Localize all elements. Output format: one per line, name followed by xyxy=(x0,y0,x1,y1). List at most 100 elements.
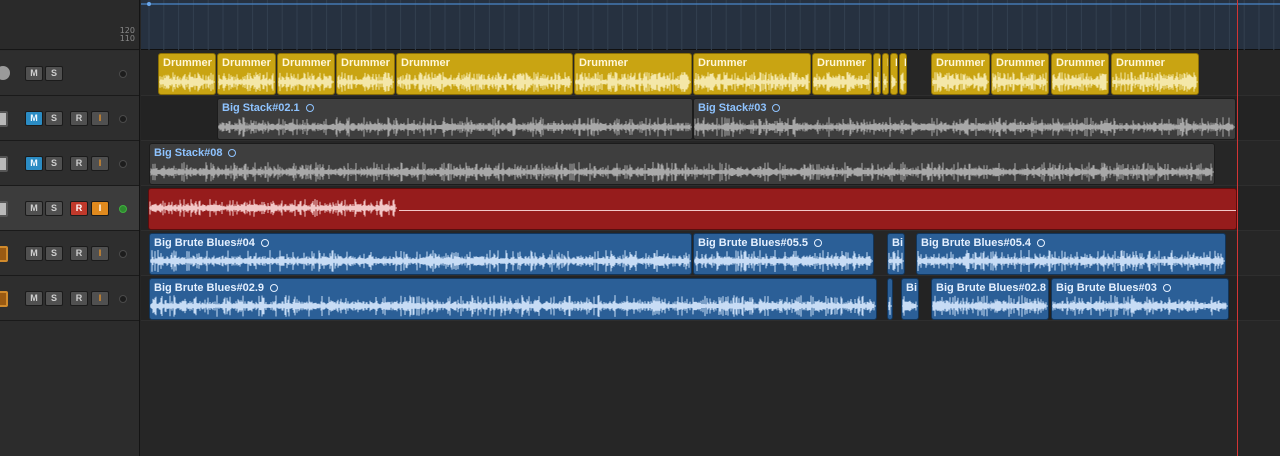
loop-icon[interactable] xyxy=(270,284,279,292)
region-name: Big Stack#03 xyxy=(698,102,781,114)
record-enable-button[interactable]: R xyxy=(70,201,88,216)
drummer-region[interactable]: Drummer xyxy=(217,53,276,95)
input-monitor-button[interactable]: I xyxy=(91,291,109,306)
loop-icon[interactable] xyxy=(814,239,823,247)
guitar-amp-icon xyxy=(0,201,8,217)
track-header-2[interactable]: MSRI xyxy=(0,96,139,141)
mute-button[interactable]: M xyxy=(25,111,43,126)
region-name: Drummer xyxy=(282,57,331,69)
loop-icon[interactable] xyxy=(228,149,237,157)
track-on-led[interactable] xyxy=(119,250,127,258)
record-enable-button[interactable]: R xyxy=(70,291,88,306)
playhead[interactable] xyxy=(1237,0,1238,456)
drummer-region[interactable]: Drummer xyxy=(931,53,990,95)
empty-lane[interactable] xyxy=(141,321,1280,366)
track-header-4[interactable]: MSRI xyxy=(0,186,139,231)
region-name: Big Brute Blues#05.4 xyxy=(921,237,1046,249)
audio-region[interactable]: Big Brute Blues#05.4 xyxy=(916,233,1226,275)
empty-lane[interactable] xyxy=(141,411,1280,456)
drummer-region[interactable]: D xyxy=(873,53,881,95)
drummer-region[interactable]: Drummer xyxy=(336,53,395,95)
region-name-text: Big Brute Blues#04 xyxy=(154,237,255,249)
waveform xyxy=(278,72,334,92)
waveform xyxy=(150,250,691,272)
waveform xyxy=(159,72,215,92)
track-header-6[interactable]: MSRI xyxy=(0,276,139,321)
waveform xyxy=(902,296,918,316)
track-on-led[interactable] xyxy=(119,295,127,303)
region-name: Big Brute Blues#02.8 xyxy=(936,282,1046,294)
waveform xyxy=(575,72,691,92)
record-enable-button[interactable]: R xyxy=(70,111,88,126)
loop-icon[interactable] xyxy=(305,104,314,112)
audio-region[interactable] xyxy=(887,278,893,320)
drummer-region[interactable]: Drummer xyxy=(1051,53,1109,95)
input-monitor-button[interactable]: I xyxy=(91,246,109,261)
audio-region[interactable]: Big Brute Blues#05.5 xyxy=(693,233,874,275)
waveform xyxy=(150,295,876,317)
audio-region[interactable]: Big Stack#08 xyxy=(149,143,1215,185)
record-enable-button[interactable]: R xyxy=(70,246,88,261)
waveform xyxy=(218,72,275,92)
recording-centerline xyxy=(399,210,1236,211)
drummer-region[interactable]: Drummer xyxy=(396,53,573,95)
region-name-text: Drummer xyxy=(282,57,331,69)
drummer-region[interactable]: D xyxy=(899,53,907,95)
waveform xyxy=(932,72,989,92)
track-header-3[interactable]: MSRI xyxy=(0,141,139,186)
drummer-region[interactable]: Drummer xyxy=(277,53,335,95)
region-name-text: D xyxy=(904,57,906,69)
audio-region[interactable]: Bi xyxy=(901,278,919,320)
drummer-region[interactable]: Drummer xyxy=(812,53,872,95)
drummer-region[interactable]: Drummer xyxy=(991,53,1049,95)
input-monitor-button[interactable]: I xyxy=(91,201,109,216)
solo-button[interactable]: S xyxy=(45,156,63,171)
waveform xyxy=(1052,72,1108,92)
solo-button[interactable]: S xyxy=(45,66,63,81)
mute-button[interactable]: M xyxy=(25,246,43,261)
track-header-5[interactable]: MSRI xyxy=(0,231,139,276)
loop-icon[interactable] xyxy=(1162,284,1171,292)
recording-region[interactable] xyxy=(148,188,1237,230)
audio-region[interactable]: Big Brute Blues#04 xyxy=(149,233,692,275)
track-on-led[interactable] xyxy=(119,70,127,78)
solo-button[interactable]: S xyxy=(45,246,63,261)
input-monitor-button[interactable]: I xyxy=(91,156,109,171)
mute-button[interactable]: M xyxy=(25,156,43,171)
drum-kit-icon xyxy=(0,66,10,80)
drummer-region[interactable]: D xyxy=(890,53,898,95)
record-enable-button[interactable]: R xyxy=(70,156,88,171)
audio-region[interactable]: Big Stack#02.1 xyxy=(217,98,693,140)
track-on-led[interactable] xyxy=(119,205,127,213)
solo-button[interactable]: S xyxy=(45,111,63,126)
automation-point[interactable] xyxy=(147,2,151,6)
drummer-region[interactable]: Drummer xyxy=(158,53,216,95)
region-name: Big Brute Blues#03 xyxy=(1056,282,1171,294)
arrange-area[interactable]: Drummer Drummer Drummer Drummer Drummer Drumm… xyxy=(141,0,1280,456)
input-monitor-button[interactable]: I xyxy=(91,111,109,126)
track-header-1[interactable]: MS xyxy=(0,51,139,96)
drummer-region[interactable]: Drummer xyxy=(1111,53,1199,95)
drummer-region[interactable]: Drummer xyxy=(693,53,811,95)
loop-icon[interactable] xyxy=(1037,239,1046,247)
audio-region[interactable]: Big Brute Blues#02.9 xyxy=(149,278,877,320)
drummer-region[interactable]: D xyxy=(882,53,889,95)
audio-region[interactable]: Bi xyxy=(887,233,905,275)
mute-button[interactable]: M xyxy=(25,201,43,216)
empty-lane[interactable] xyxy=(141,366,1280,411)
drummer-region[interactable]: Drummer xyxy=(574,53,692,95)
track-on-led[interactable] xyxy=(119,160,127,168)
mute-button[interactable]: M xyxy=(25,291,43,306)
audio-region[interactable]: Big Stack#03 xyxy=(693,98,1236,140)
solo-button[interactable]: S xyxy=(45,291,63,306)
loop-icon[interactable] xyxy=(772,104,781,112)
solo-button[interactable]: S xyxy=(45,201,63,216)
region-name-text: D xyxy=(878,57,880,69)
audio-region[interactable]: Big Brute Blues#03 xyxy=(1051,278,1229,320)
automation-ruler[interactable] xyxy=(141,0,1280,50)
region-name-text: Big Brute Blues#05.4 xyxy=(921,237,1032,249)
audio-region[interactable]: Big Brute Blues#02.8 xyxy=(931,278,1049,320)
loop-icon[interactable] xyxy=(260,239,269,247)
mute-button[interactable]: M xyxy=(25,66,43,81)
track-on-led[interactable] xyxy=(119,115,127,123)
